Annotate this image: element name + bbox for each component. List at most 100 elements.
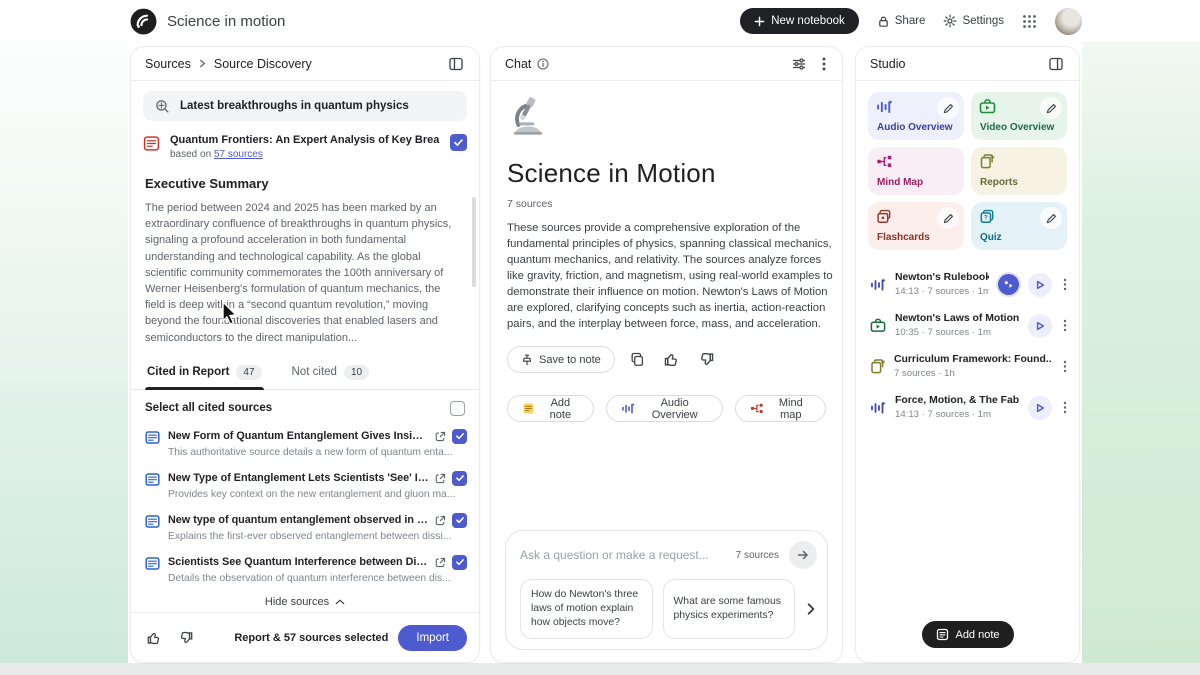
collapse-panel-icon[interactable] [447,55,465,73]
tool-card-reports[interactable]: Reports [971,147,1067,195]
discover-search-icon [155,99,170,114]
kebab-menu-icon[interactable] [820,55,828,73]
report-main: Quantum Frontiers: An Expert Analysis of… [170,134,440,160]
tab-cited-in-report[interactable]: Cited in Report 47 [145,358,264,390]
header-actions: New notebook Share Settings [740,7,1082,35]
open-in-new-icon[interactable] [435,515,446,526]
tab-count-badge: 10 [343,364,370,380]
chip-label: Add note [549,396,572,421]
background-strip-bottom [0,663,1200,675]
play-icon[interactable] [1028,272,1052,297]
based-on-prefix: based on [170,149,214,160]
chat-input[interactable] [520,548,726,562]
video-icon [870,318,886,333]
send-button[interactable] [789,541,817,569]
audio-overview-chip[interactable]: Audio Overview [605,395,723,422]
source-list: New Form of Quantum Entanglement Gives I… [131,422,479,590]
tune-icon[interactable] [790,55,808,73]
import-button[interactable]: Import [398,624,467,651]
studio-item[interactable]: Curriculum Framework: Found... 7 sources… [856,346,1079,387]
scrollbar-thumb[interactable] [472,197,476,287]
hide-sources-toggle[interactable]: Hide sources [131,596,479,608]
background-wash-left [0,0,128,663]
source-row[interactable]: New type of quantum entanglement observe… [131,506,479,548]
save-to-note-button[interactable]: Save to note [507,346,615,373]
add-note-button[interactable]: Add note [921,621,1014,648]
brand: Science in motion [130,8,285,35]
studio-panel-header: Studio [856,47,1079,81]
source-checkbox-checked[interactable] [452,470,467,486]
suggestions-next-icon[interactable] [803,600,819,618]
studio-item[interactable]: Force, Motion, & The Fabric... 14:13 · 7… [856,387,1079,428]
source-description: Explains the first-ever observed entangl… [168,530,452,542]
thumbs-down-icon[interactable] [175,627,197,649]
edit-pencil-icon[interactable] [1040,207,1062,229]
note-icon [522,402,535,415]
chat-body: Science in Motion 7 sources These source… [491,81,842,422]
sources-count-link[interactable]: 57 sources [214,149,263,160]
source-title: New type of quantum entanglement observe… [168,514,429,527]
kebab-menu-icon[interactable] [1061,317,1069,334]
settings-label: Settings [962,15,1004,27]
query-text: Latest breakthroughs in quantum physics [180,100,409,112]
mind-map-chip[interactable]: Mind map [734,395,826,422]
source-description: Provides key context on the new entangle… [168,488,456,500]
open-in-new-icon[interactable] [435,557,446,568]
open-in-new-icon[interactable] [435,473,446,484]
studio-item[interactable]: Newton's Laws of Motion 10:35 · 7 source… [856,305,1079,346]
apps-grid-icon[interactable] [1022,14,1037,29]
copy-icon[interactable] [627,349,648,370]
source-row[interactable]: New Type of Entanglement Lets Scientists… [131,464,479,506]
source-checkbox-checked[interactable] [452,554,467,570]
new-notebook-button[interactable]: New notebook [740,8,859,34]
report-checkbox-checked[interactable] [450,134,467,151]
avatar[interactable] [1055,7,1082,35]
chat-panel-header: Chat [491,47,842,81]
source-row[interactable]: New Form of Quantum Entanglement Gives I… [131,422,479,464]
source-checkbox-checked[interactable] [452,428,467,444]
suggestion-chip[interactable]: How do Newton's three laws of motion exp… [520,579,653,639]
tool-card-quiz[interactable]: ? Quiz [971,202,1067,250]
edit-pencil-icon[interactable] [1040,97,1062,119]
tool-card-mind-map[interactable]: Mind Map [868,147,964,195]
thumbs-up-icon[interactable] [143,627,165,649]
tool-card-audio-overview[interactable]: Audio Overview [868,92,964,140]
tool-card-flashcards[interactable]: Flashcards [868,202,964,250]
info-icon[interactable] [537,57,549,70]
select-all-checkbox-unchecked[interactable] [450,400,465,416]
save-to-note-label: Save to note [539,353,601,366]
settings-button[interactable]: Settings [943,14,1004,28]
share-button[interactable]: Share [877,15,925,28]
discovery-query[interactable]: Latest breakthroughs in quantum physics [143,91,467,121]
edit-pencil-icon[interactable] [937,97,959,119]
add-note-chip[interactable]: Add note [507,395,594,422]
breadcrumb-current: Source Discovery [213,56,312,71]
report-doc-stack-icon [870,359,885,374]
thumbs-up-icon[interactable] [660,348,683,371]
reports-icon [979,154,1059,169]
kebab-menu-icon[interactable] [1061,399,1069,416]
open-in-new-icon[interactable] [435,431,446,442]
studio-item[interactable]: Newton's Rulebook: Ki 14:13 · 7 sources … [856,264,1079,305]
web-source-icon [145,514,160,529]
edit-pencil-icon[interactable] [937,207,959,229]
collapse-panel-icon[interactable] [1047,55,1065,73]
studio-item-meta: 10:35 · 7 sources · 1m [895,327,991,338]
tab-not-cited[interactable]: Not cited 10 [290,358,372,389]
source-row[interactable]: Scientists See Quantum Interference betw… [131,548,479,590]
report-row[interactable]: Quantum Frontiers: An Expert Analysis of… [143,134,467,160]
source-checkbox-checked[interactable] [452,512,467,528]
suggestion-chip[interactable]: What are some famous physics experiments… [662,579,795,639]
tool-card-video-overview[interactable]: Video Overview [971,92,1067,140]
play-icon[interactable] [1028,395,1052,420]
studio-item-title: Newton's Laws of Motion [895,313,1019,324]
thumbs-down-icon[interactable] [695,348,718,371]
breadcrumb-sources[interactable]: Sources [145,57,191,71]
interactive-mode-icon[interactable] [998,274,1019,295]
notebooklm-logo-icon[interactable] [130,8,157,35]
kebab-menu-icon[interactable] [1061,276,1069,293]
chat-input-box: 7 sources How do Newton's three laws of … [505,530,828,650]
play-icon[interactable] [1028,313,1052,338]
kebab-menu-icon[interactable] [1061,358,1069,375]
selection-summary: Report & 57 sources selected [234,631,389,644]
